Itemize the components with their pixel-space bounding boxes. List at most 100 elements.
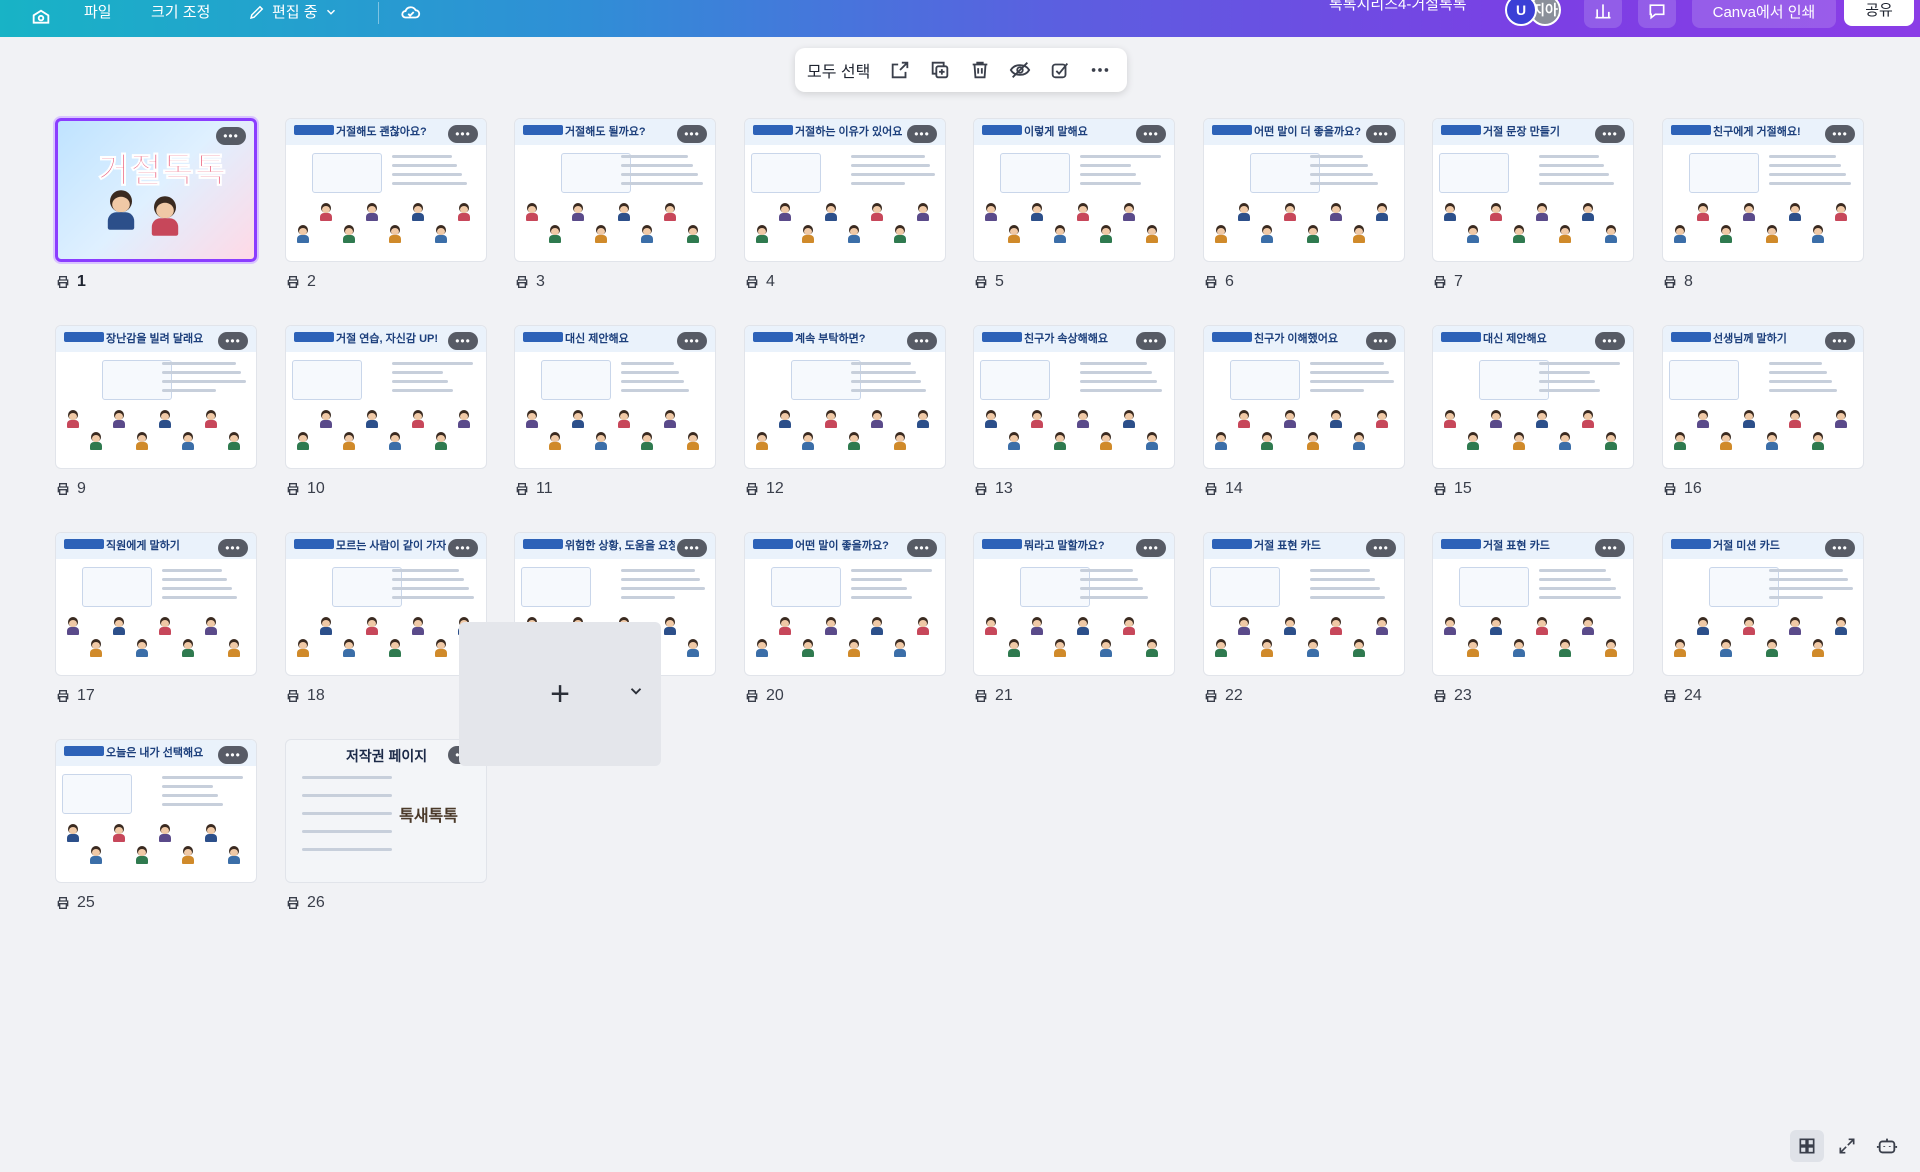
page-more-options-icon[interactable]: ••• — [218, 746, 248, 764]
page-thumbnail[interactable]: 선생님께 말하기 ••• — [1662, 325, 1864, 469]
page-more-options-icon[interactable]: ••• — [1366, 332, 1396, 350]
print-with-canva-button[interactable]: Canva에서 인쇄 — [1692, 0, 1836, 28]
page-thumbnail[interactable]: 거절톡톡 ••• — [55, 118, 257, 262]
more-options-icon[interactable] — [1084, 54, 1116, 86]
page-thumbnail[interactable]: 거절 미션 카드 ••• — [1662, 532, 1864, 676]
page-thumbnail[interactable]: 거절해도 괜찮아요? ••• — [285, 118, 487, 262]
thumbnail-heading: 거절 표현 카드 — [1483, 540, 1550, 552]
text-line — [1539, 569, 1606, 572]
grid-view-icon[interactable] — [1790, 1130, 1824, 1162]
export-icon[interactable] — [884, 54, 916, 86]
page-more-options-icon[interactable]: ••• — [907, 539, 937, 557]
page-more-options-icon[interactable]: ••• — [1595, 332, 1625, 350]
page-thumbnail[interactable]: 계속 부탁하면? ••• — [744, 325, 946, 469]
page-number-label: 16 — [1662, 480, 1702, 498]
text-line — [851, 389, 926, 392]
page-more-options-icon[interactable]: ••• — [1136, 125, 1166, 143]
share-button[interactable]: 공유 — [1844, 0, 1914, 26]
page-number-label: 5 — [973, 273, 1004, 291]
page-thumbnail[interactable]: 친구가 이해했어요 ••• — [1203, 325, 1405, 469]
page-more-options-icon[interactable]: ••• — [1366, 125, 1396, 143]
page-more-options-icon[interactable]: ••• — [448, 539, 478, 557]
page-thumbnail[interactable]: 친구가 속상해해요 ••• — [973, 325, 1175, 469]
child-illustration — [1352, 225, 1366, 243]
child-illustration — [1237, 617, 1251, 635]
page-thumbnail[interactable]: 거절 표현 카드 ••• — [1203, 532, 1405, 676]
print-page-icon — [746, 690, 758, 702]
mark-done-icon[interactable] — [1044, 54, 1076, 86]
page-more-options-icon[interactable]: ••• — [448, 332, 478, 350]
page-thumbnail[interactable]: 거절 표현 카드 ••• — [1432, 532, 1634, 676]
trash-icon[interactable] — [964, 54, 996, 86]
page-more-options-icon[interactable]: ••• — [1366, 539, 1396, 557]
page-number-label: 14 — [1203, 480, 1243, 498]
resize-menu[interactable]: 크기 조정 — [151, 0, 210, 30]
page-thumbnail[interactable]: 대신 제안해요 ••• — [1432, 325, 1634, 469]
add-page-button[interactable]: + — [459, 622, 661, 766]
cloud-saved-icon[interactable] — [400, 0, 422, 30]
page-more-options-icon[interactable]: ••• — [907, 125, 937, 143]
page-more-options-icon[interactable]: ••• — [1825, 125, 1855, 143]
page-thumbnail[interactable]: 모르는 사람이 같이 가자고 해요••• — [285, 532, 487, 676]
avatar[interactable]: U — [1505, 0, 1537, 26]
thumbnail-content — [1669, 356, 1857, 460]
insights-button[interactable] — [1584, 0, 1622, 28]
home-icon[interactable] — [28, 0, 54, 37]
thumbnail-content — [62, 770, 250, 874]
child-illustration — [342, 432, 356, 450]
page-thumbnail[interactable]: 뭐라고 말할까요? ••• — [973, 532, 1175, 676]
child-illustration — [1122, 617, 1136, 635]
chevron-down-icon[interactable] — [627, 682, 645, 700]
child-illustration — [1030, 203, 1044, 221]
print-page-icon — [57, 483, 69, 495]
page-thumbnail[interactable]: 어떤 말이 좋을까요? ••• — [744, 532, 946, 676]
page-more-options-icon[interactable]: ••• — [1595, 125, 1625, 143]
collaborator-avatars[interactable]: U 지아 — [1505, 0, 1561, 26]
duplicate-icon[interactable] — [924, 54, 956, 86]
page-more-options-icon[interactable]: ••• — [907, 332, 937, 350]
page-thumbnail[interactable]: 이렇게 말해요 ••• — [973, 118, 1175, 262]
page-thumbnail[interactable]: 장난감을 빌려 달래요 ••• — [55, 325, 257, 469]
page-thumbnail[interactable]: 거절 연습, 자신감 UP! ••• — [285, 325, 487, 469]
thumbnail-heading: 거절해도 될까요? — [565, 126, 646, 138]
page-more-options-icon[interactable]: ••• — [218, 332, 248, 350]
page-thumbnail[interactable]: 대신 제안해요 ••• — [514, 325, 716, 469]
page-thumbnail[interactable]: 저작권 페이지톡새톡톡••• — [285, 739, 487, 883]
page-more-options-icon[interactable]: ••• — [677, 539, 707, 557]
document-title[interactable]: 톡톡시리즈4-거절톡톡 — [1329, 0, 1467, 14]
child-illustration — [801, 639, 815, 657]
text-line — [621, 389, 689, 392]
page-more-options-icon[interactable]: ••• — [1136, 332, 1166, 350]
select-all-button[interactable]: 모두 선택 — [803, 58, 876, 82]
page-thumbnail[interactable]: 오늘은 내가 선택해요 ••• — [55, 739, 257, 883]
page-more-options-icon[interactable]: ••• — [1595, 539, 1625, 557]
edit-mode-menu[interactable]: 편집 중 — [248, 0, 338, 30]
page-thumbnail[interactable]: 어떤 말이 더 좋을까요? ••• — [1203, 118, 1405, 262]
page-more-options-icon[interactable]: ••• — [218, 539, 248, 557]
thumbnail-content — [751, 356, 939, 460]
page-thumbnail[interactable]: 거절해도 될까요? ••• — [514, 118, 716, 262]
page-number: 23 — [1454, 687, 1472, 704]
assistant-icon[interactable] — [1870, 1130, 1904, 1162]
comments-button[interactable] — [1638, 0, 1676, 28]
hide-icon[interactable] — [1004, 54, 1036, 86]
page-more-options-icon[interactable]: ••• — [677, 332, 707, 350]
page-more-options-icon[interactable]: ••• — [677, 125, 707, 143]
page-thumbnail[interactable]: 거절하는 이유가 있어요 ••• — [744, 118, 946, 262]
fullscreen-icon[interactable] — [1830, 1130, 1864, 1162]
print-page-icon — [516, 483, 528, 495]
page-more-options-icon[interactable]: ••• — [1825, 332, 1855, 350]
page-more-options-icon[interactable]: ••• — [1825, 539, 1855, 557]
page-more-options-icon[interactable]: ••• — [216, 127, 246, 145]
child-illustration — [1214, 639, 1228, 657]
file-menu[interactable]: 파일 — [84, 0, 112, 30]
child-illustration — [847, 432, 861, 450]
series-tag — [64, 746, 104, 756]
page-thumbnail[interactable]: 거절 문장 만들기 ••• — [1432, 118, 1634, 262]
page-more-options-icon[interactable]: ••• — [448, 125, 478, 143]
page-thumbnail[interactable]: 직원에게 말하기 ••• — [55, 532, 257, 676]
text-line — [1310, 371, 1389, 374]
child-illustration — [227, 639, 241, 657]
page-more-options-icon[interactable]: ••• — [1136, 539, 1166, 557]
page-thumbnail[interactable]: 친구에게 거절해요! ••• — [1662, 118, 1864, 262]
